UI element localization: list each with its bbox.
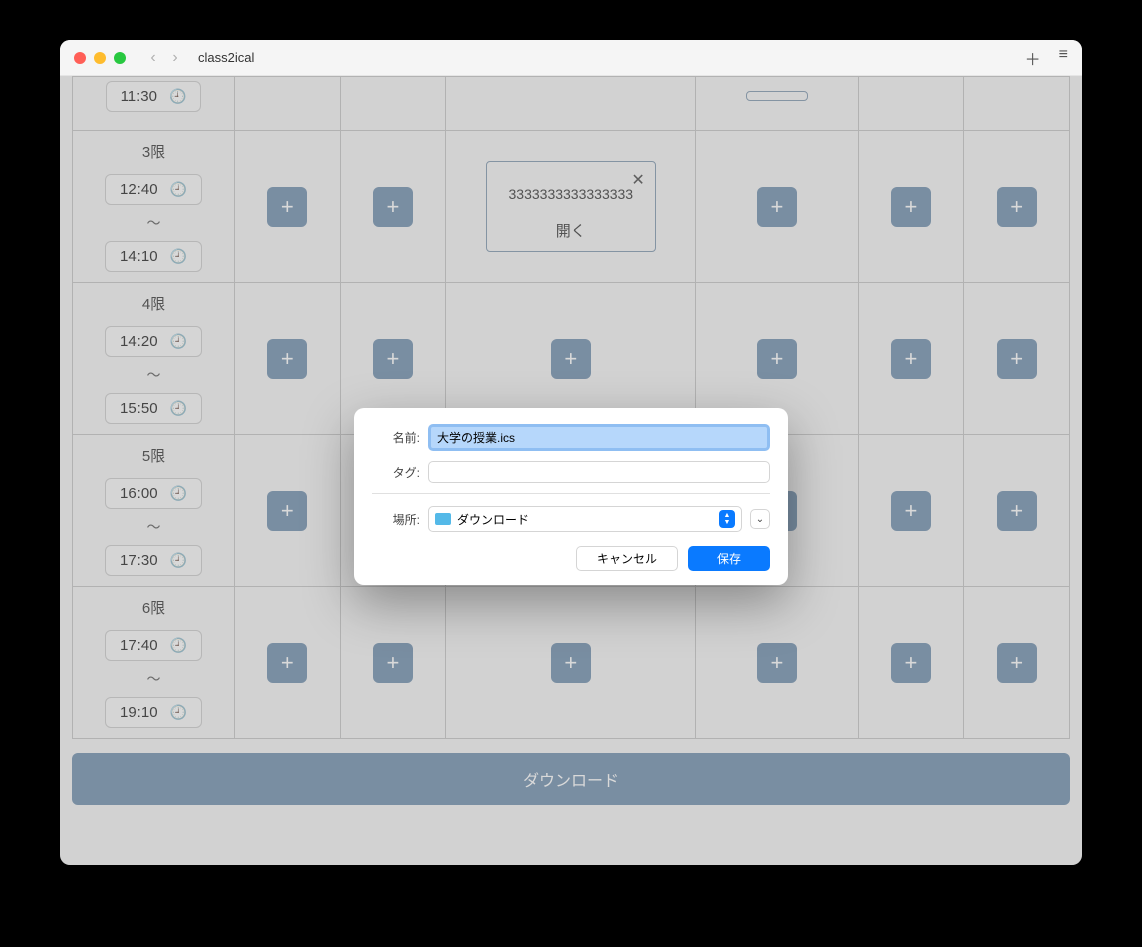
app-window: ‹ › class2ical ＋ ≡ 11:30 🕘 xyxy=(60,40,1082,865)
forward-button[interactable]: › xyxy=(166,49,184,67)
back-button[interactable]: ‹ xyxy=(144,49,162,67)
menu-button[interactable]: ≡ xyxy=(1059,46,1068,70)
tag-label: タグ: xyxy=(372,464,420,481)
location-label: 場所: xyxy=(372,511,420,528)
titlebar: ‹ › class2ical ＋ ≡ xyxy=(60,40,1082,76)
minimize-window-button[interactable] xyxy=(94,52,106,64)
new-button[interactable]: ＋ xyxy=(1025,46,1041,70)
nav-buttons: ‹ › xyxy=(144,49,184,67)
expand-locations-button[interactable]: ⌄ xyxy=(750,509,770,529)
traffic-lights xyxy=(74,52,126,64)
zoom-window-button[interactable] xyxy=(114,52,126,64)
save-dialog: 名前: 大学の授業.ics タグ: 場所: ダウンロード ▲▼ ⌄ キャンセル … xyxy=(354,408,788,585)
name-label: 名前: xyxy=(372,429,420,446)
filename-input[interactable]: 大学の授業.ics xyxy=(428,424,770,451)
tags-input[interactable] xyxy=(428,461,770,483)
divider xyxy=(372,493,770,494)
save-button[interactable]: 保存 xyxy=(688,546,770,571)
content: 11:30 🕘 3限 12 xyxy=(60,76,1082,865)
cancel-button[interactable]: キャンセル xyxy=(576,546,678,571)
location-value: ダウンロード xyxy=(457,511,713,528)
select-chevrons-icon: ▲▼ xyxy=(719,510,735,528)
window-title: class2ical xyxy=(198,50,254,65)
location-select[interactable]: ダウンロード ▲▼ xyxy=(428,506,742,532)
close-window-button[interactable] xyxy=(74,52,86,64)
folder-icon xyxy=(435,513,451,525)
